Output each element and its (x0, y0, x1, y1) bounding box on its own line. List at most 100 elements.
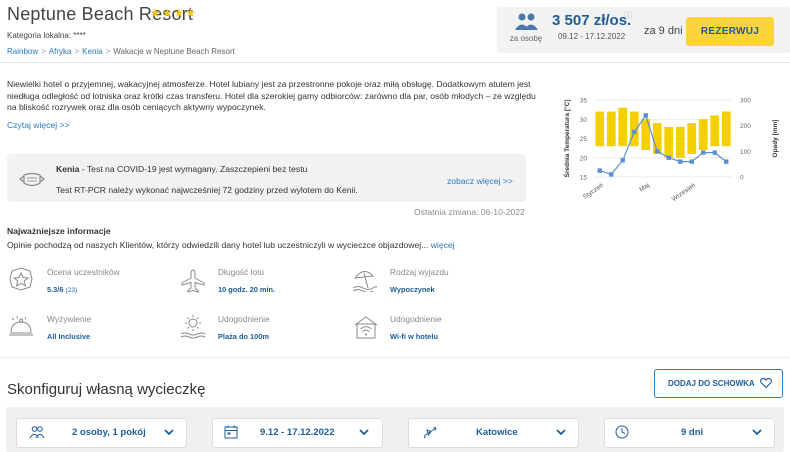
chart-temp-bar (710, 115, 720, 147)
info-value-amenity-beach: Plaża do 100m (218, 332, 269, 341)
chart-x-tick-label: Wrzesień (671, 182, 697, 203)
chart-rainfall-point (655, 149, 660, 154)
key-info-subtitle: Opinie pochodzą od naszych Klientów, któ… (7, 240, 455, 250)
configurator-title: Skonfiguruj własną wycieczkę (7, 381, 206, 398)
people-icon (29, 426, 45, 439)
chart-rainfall-point (632, 129, 637, 135)
chart-y2-tick-label: 300 (740, 98, 751, 105)
chart-rainfall-point (666, 155, 671, 160)
price-value: 3 507 zł/os. (552, 12, 632, 29)
chart-rainfall-point (678, 159, 683, 164)
breadcrumb-separator: > (41, 47, 46, 56)
breadcrumb-item-kenya[interactable]: Kenia (82, 47, 102, 56)
food-icon (9, 315, 33, 336)
rating-icon (9, 267, 33, 291)
rating-value: 5.3/6 (47, 285, 64, 294)
chart-rainfall-point (620, 158, 625, 163)
covid-country: Kenia (56, 164, 80, 174)
chart-x-tick-label: Styczeń (582, 182, 605, 201)
read-more-link[interactable]: Czytaj więcej >> (7, 120, 70, 130)
climate-chart: 15 20 25 30 35 0 100 200 300 Styczeń Maj Wrzesień Śr… (562, 98, 779, 204)
chart-y2-tick-label: 100 (740, 149, 751, 156)
info-value-flight: 10 godz. 20 min. (218, 285, 276, 294)
chevron-down-icon (556, 429, 566, 436)
breadcrumb-item-rainbow[interactable]: Rainbow (7, 47, 38, 56)
chart-temp-bar (618, 107, 628, 147)
local-category: Kategoria lokalna: **** (7, 31, 86, 40)
chart-rainfall-point (701, 150, 706, 155)
info-label-amenity-beach: Udogodnienie (218, 314, 270, 324)
info-label-rating: Ocena uczestników (47, 267, 120, 277)
travelers-value: 2 osoby, 1 pokój (72, 427, 146, 438)
chart-y-tick-label: 30 (580, 117, 588, 124)
wifi-icon (354, 316, 378, 339)
chart-rainfall-point (712, 150, 717, 155)
rating-count: (23) (65, 287, 78, 294)
breadcrumb-separator: > (105, 47, 111, 56)
calendar-icon (224, 425, 238, 439)
info-value-rating[interactable]: 5.3/6 (23) (47, 285, 77, 294)
face-mask-icon (19, 172, 45, 187)
last-change-date: Ostatnia zmiana: 06-10-2022 (414, 207, 525, 217)
chart-temp-bar (721, 111, 731, 147)
info-icon[interactable]: ⓘ (624, 10, 632, 21)
chart-y-axis-label: Średnia Temperatura [°C] (562, 100, 571, 178)
info-value-amenity-wifi: Wi-fi w hotelu (390, 332, 438, 341)
chart-rainfall-point (724, 159, 729, 164)
plane-icon (181, 269, 205, 293)
chart-temp-bar (606, 111, 616, 147)
chevron-down-icon (752, 429, 762, 436)
chart-y-tick-label: 35 (580, 98, 588, 105)
info-label-board: Wyżywienie (47, 314, 92, 324)
hotel-stars: ★★★★ (150, 6, 198, 20)
more-opinions-link[interactable]: więcej (431, 240, 455, 250)
chart-y2-axis-label: Opady [mm] (772, 120, 779, 158)
breadcrumb-item-africa[interactable]: Afryka (49, 47, 72, 56)
duration-value: 9 dni (681, 427, 704, 438)
chevron-down-icon (164, 429, 174, 436)
chart-temp-bar (698, 119, 708, 151)
departure-plane-icon (423, 427, 437, 439)
heart-icon (760, 377, 772, 389)
breadcrumb-separator: > (74, 47, 80, 56)
breadcrumb-current: Wakacje w Neptune Beach Resort (113, 47, 235, 56)
per-person-label: za osobę (509, 34, 543, 43)
clock-icon (615, 425, 629, 439)
chart-y2-tick-label: 0 (740, 175, 744, 182)
dates-value: 9.12 - 17.12.2022 (260, 427, 335, 438)
divider (0, 62, 790, 63)
chart-temp-bar (687, 123, 697, 154)
chart-y-tick-label: 15 (580, 175, 588, 182)
chart-temp-bar (595, 111, 605, 147)
chart-rainfall-point (689, 159, 694, 164)
covid-test-info: Test RT-PCR należy wykonać najwcześniej … (56, 185, 358, 195)
beach-icon (352, 271, 377, 292)
covid-requirement-text: - Test na COVID-19 jest wymagany. Zaszcz… (79, 164, 308, 174)
covid-more-link[interactable]: zobacz więcej >> (447, 176, 513, 186)
chart-temp-bar (675, 126, 685, 158)
covid-requirement: Kenia - Test na COVID-19 jest wymagany. … (56, 164, 307, 174)
chart-rainfall-point (609, 172, 614, 177)
divider (0, 357, 790, 358)
info-label-trip-type: Rodzaj wyjazdu (390, 267, 449, 277)
info-label-flight: Długość lotu (218, 267, 265, 277)
breadcrumb: Rainbow > Afryka > Kenia > Wakacje w Neptune B… (7, 47, 235, 56)
chevron-down-icon (359, 429, 369, 436)
price-dates: 09.12 - 17.12.2022 (558, 32, 626, 41)
info-label-amenity-wifi: Udogodnienie (390, 314, 442, 324)
chart-rainfall-point (643, 113, 648, 118)
reserve-button[interactable]: REZERWUJ (686, 17, 774, 46)
departure-value: Katowice (476, 427, 518, 438)
chart-y2-tick-label: 200 (740, 123, 751, 130)
info-value-trip-type: Wypoczynek (390, 285, 435, 294)
chart-rainfall-point (597, 168, 602, 173)
chart-temp-bar (664, 126, 674, 158)
people-icon (515, 13, 538, 30)
info-value-board: All Inclusive (47, 332, 91, 341)
chart-x-tick-label: Maj (638, 182, 651, 194)
key-info-subtitle-text: Opinie pochodzą od naszych Klientów, któ… (7, 240, 429, 250)
sun-sea-icon (180, 315, 206, 339)
nights-label: za 9 dni (644, 25, 683, 37)
chart-y-tick-label: 25 (580, 136, 588, 143)
hotel-description: Niewielki hotel o przyjemnej, wakacyjnej… (7, 79, 536, 113)
